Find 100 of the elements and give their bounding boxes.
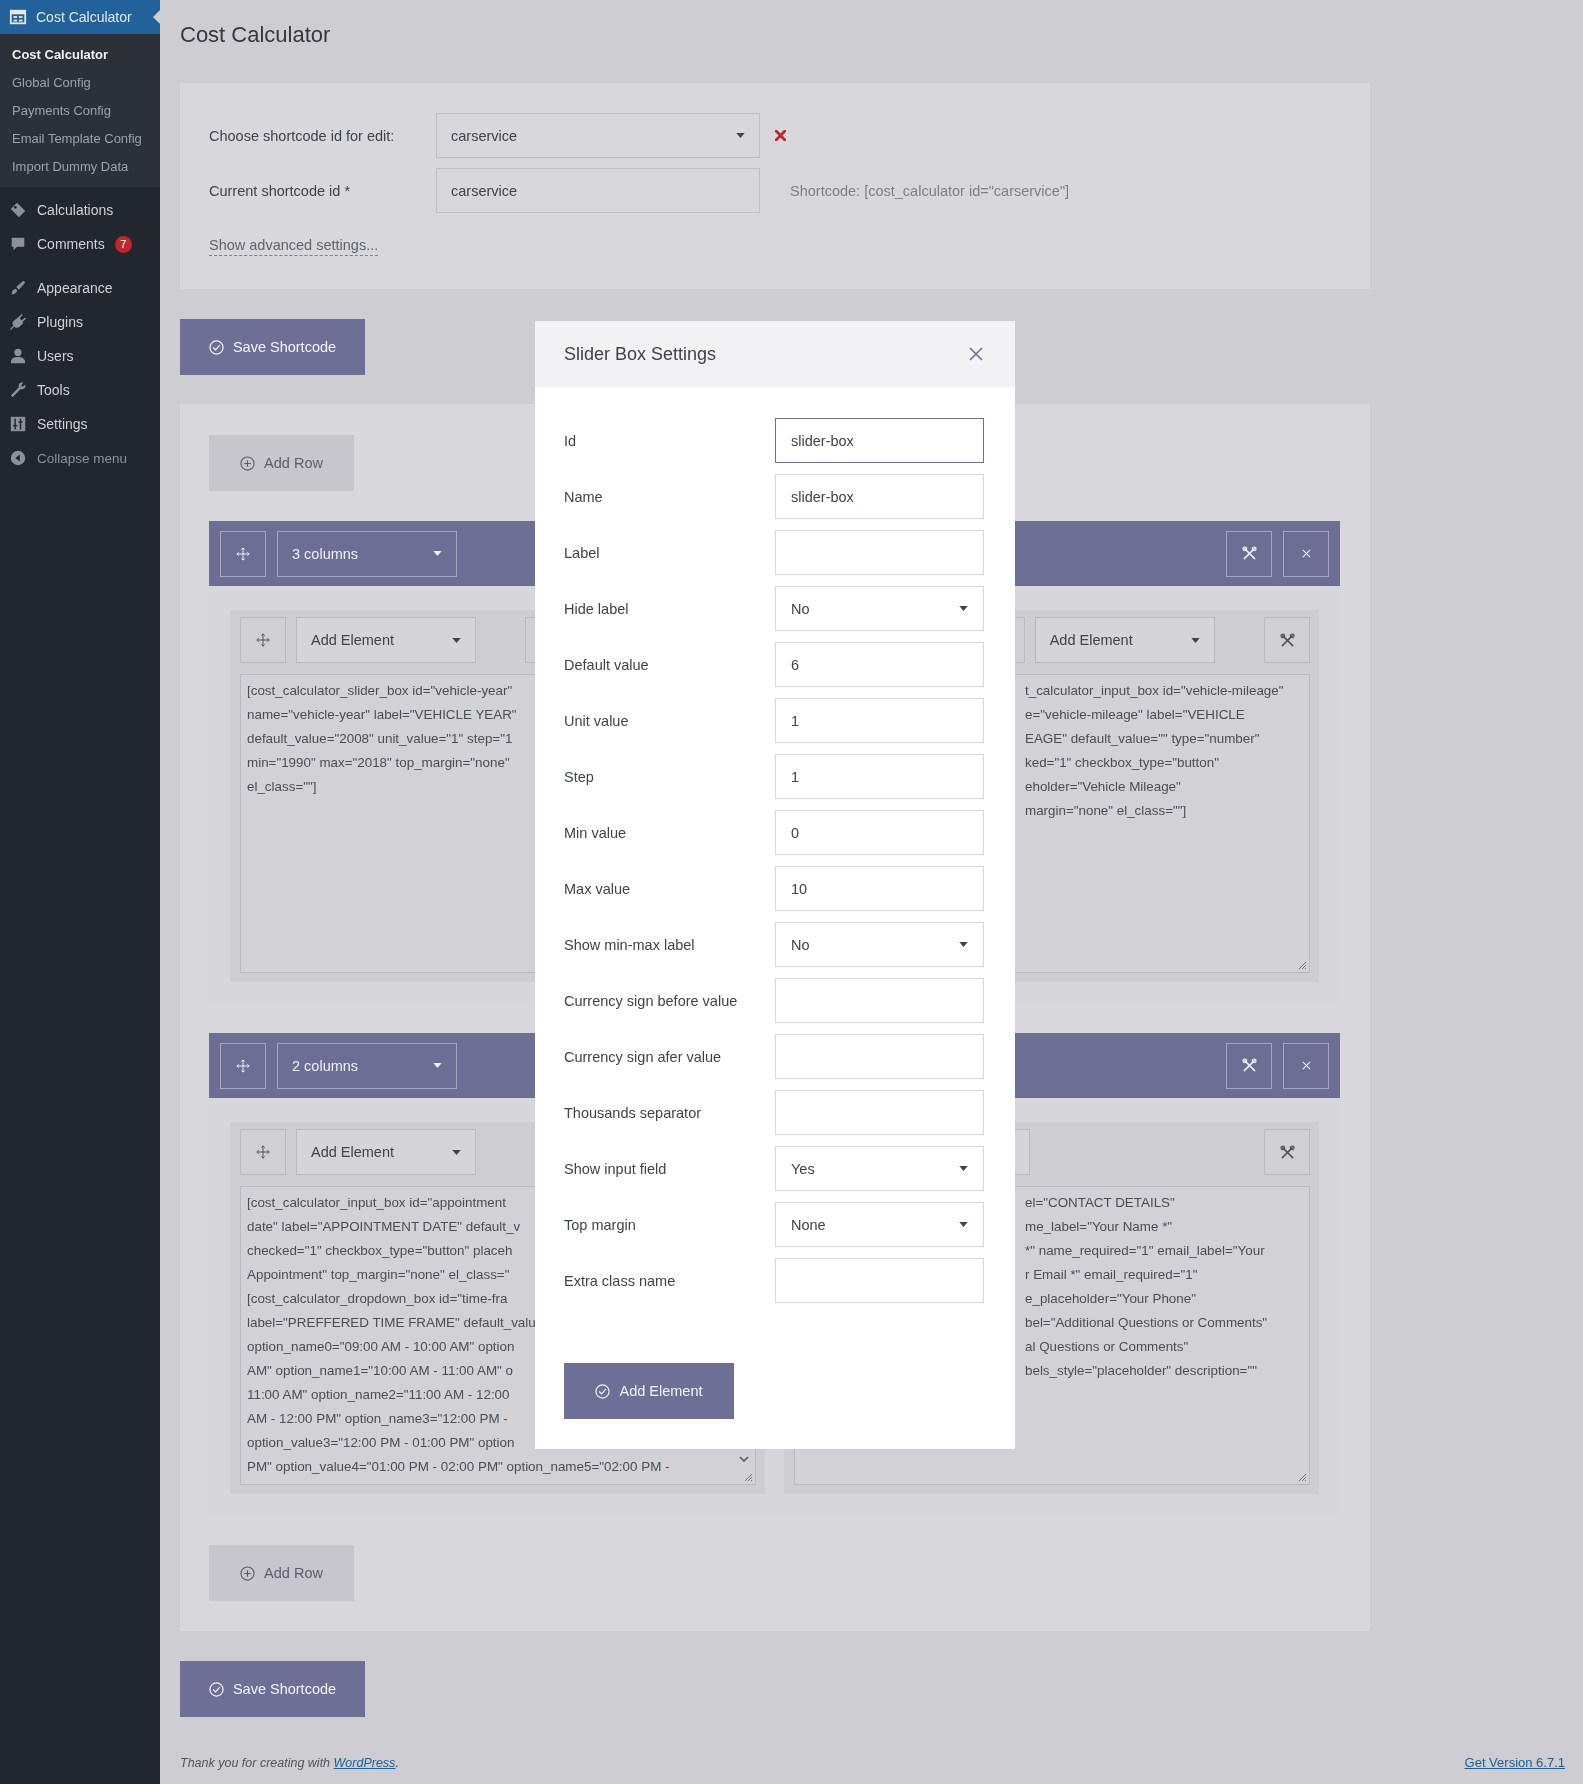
shortcode-line: default_value="2008" unit_value="1" step="1 — [247, 730, 513, 748]
field-label: Id — [564, 432, 577, 449]
caret-icon — [959, 606, 968, 611]
field-label: Choose shortcode id for edit: — [209, 127, 396, 144]
input-field[interactable]: 1 — [775, 754, 984, 799]
select-field[interactable]: No — [775, 922, 984, 967]
menu-item[interactable]: Comments 7 — [0, 227, 160, 261]
tools-button[interactable] — [1264, 1129, 1310, 1175]
shortcode-line: option_name0="09:00 AM - 10:00 AM" option — [247, 1338, 515, 1356]
menu-item[interactable]: Users — [0, 339, 160, 373]
submenu-item[interactable]: Cost Calculator — [0, 41, 160, 69]
tools-button[interactable] — [1226, 1042, 1272, 1089]
resize-handle-icon[interactable] — [1297, 960, 1307, 970]
tools-button[interactable] — [1264, 617, 1310, 663]
cross-icon[interactable] — [775, 130, 786, 141]
user-icon — [9, 347, 27, 365]
menu-item[interactable]: Tools — [0, 373, 160, 407]
page-title: Cost Calculator — [180, 21, 332, 49]
tools-icon — [1241, 1058, 1257, 1073]
submenu-item[interactable]: Payments Config — [0, 97, 160, 125]
select-field[interactable]: Yes — [775, 1146, 984, 1191]
input-field[interactable] — [775, 530, 984, 575]
shortcode-line: 11:00 AM" option_name2="11:00 AM - 12:00 — [247, 1386, 510, 1404]
shortcode-line: date" label="APPOINTMENT DATE" default_v — [247, 1218, 521, 1236]
columns-dropdown[interactable]: 2 columns — [277, 1042, 457, 1089]
submenu-item[interactable]: Global Config — [0, 69, 160, 97]
tools-button[interactable] — [1226, 530, 1272, 577]
columns-dropdown[interactable]: 3 columns — [277, 530, 457, 577]
input-field[interactable] — [775, 1090, 984, 1135]
caret-icon — [959, 1222, 968, 1227]
menu-item[interactable]: Appearance — [0, 271, 160, 305]
input-field[interactable] — [775, 1258, 984, 1303]
move-icon — [236, 546, 250, 561]
select-field[interactable]: None — [775, 1202, 984, 1247]
element-dropdown[interactable]: Add Element — [1034, 617, 1215, 663]
caret-icon — [433, 551, 442, 556]
check-circle-icon — [208, 1681, 224, 1697]
shortcode-line: label="PREFFERED TIME FRAME" default_valu — [247, 1314, 536, 1332]
input-field[interactable]: 6 — [775, 642, 984, 687]
element-dropdown[interactable]: Add Element — [296, 1129, 476, 1175]
shortcode-field[interactable]: carservice — [436, 168, 760, 213]
move-button[interactable] — [220, 1042, 266, 1089]
version-link[interactable]: Get Version 6.7.1 — [1464, 1755, 1565, 1770]
tools-icon — [1241, 546, 1257, 561]
count-badge: 7 — [114, 235, 132, 253]
check-circle-icon — [595, 1383, 611, 1399]
input-field[interactable]: 1 — [775, 698, 984, 743]
wrench-icon — [9, 381, 27, 399]
input-field[interactable] — [775, 1034, 984, 1079]
check-circle-icon — [208, 339, 224, 355]
input-field[interactable]: slider-box — [775, 418, 984, 463]
menu-item[interactable]: Collapse menu — [0, 441, 160, 475]
add-row-button[interactable]: Add Row — [209, 435, 354, 491]
resize-handle-icon[interactable] — [1297, 1472, 1307, 1482]
shortcode-line: t_calculator_input_box id="vehicle-mileage" — [1025, 682, 1284, 700]
move-icon — [256, 633, 270, 647]
element-dropdown[interactable]: Add Element — [296, 617, 476, 663]
shortcode-line: PM" option_value4="01:00 PM - 02:00 PM" option_name5="02:00 PM - — [247, 1458, 670, 1476]
menu-item[interactable]: Calculations — [0, 193, 160, 227]
field-label: Name — [564, 488, 603, 505]
table-icon — [9, 8, 27, 26]
field-label: Thousands separator — [564, 1104, 702, 1121]
caret-icon — [959, 1166, 968, 1171]
delete-row-button[interactable] — [1283, 1042, 1329, 1089]
brush-icon — [9, 279, 27, 297]
submenu-item[interactable]: Email Template Config — [0, 125, 160, 153]
close-icon[interactable] — [968, 346, 984, 362]
dialog-title: Slider Box Settings — [564, 343, 717, 365]
add-row-button[interactable]: Add Row — [209, 1545, 354, 1601]
delete-row-button[interactable] — [1283, 530, 1329, 577]
menu-item[interactable]: Plugins — [0, 305, 160, 339]
add-element-button[interactable]: Add Element — [564, 1363, 734, 1419]
advanced-settings-link[interactable]: Show advanced settings... — [209, 237, 379, 256]
shortcode-dropdown[interactable]: carservice — [436, 113, 760, 158]
input-field[interactable]: 10 — [775, 866, 984, 911]
menu-item[interactable]: Cost Calculator — [0, 0, 160, 34]
submenu-item[interactable]: Import Dummy Data — [0, 153, 160, 181]
save-button[interactable]: Save Shortcode — [180, 1661, 365, 1717]
shortcode-line: e="vehicle-mileage" label="VEHICLE — [1025, 706, 1245, 724]
move-button[interactable] — [240, 1129, 286, 1175]
input-field[interactable]: slider-box — [775, 474, 984, 519]
close-icon — [1301, 549, 1311, 558]
shortcode-line: el="CONTACT DETAILS" — [1025, 1194, 1175, 1212]
move-icon — [236, 1058, 250, 1073]
shortcode-line: al Questions or Comments" — [1025, 1338, 1189, 1356]
shortcode-line: option_value3="12:00 PM - 01:00 PM" option — [247, 1434, 515, 1452]
save-button[interactable]: Save Shortcode — [180, 319, 365, 375]
resize-handle-icon[interactable] — [743, 1472, 753, 1482]
field-label: Show input field — [564, 1160, 667, 1177]
shortcode-line: AM - 12:00 PM" option_name3="12:00 PM - — [247, 1410, 508, 1428]
input-field[interactable]: 0 — [775, 810, 984, 855]
shortcode-line: checked="1" checkbox_type="button" placeh — [247, 1242, 513, 1260]
input-field[interactable] — [775, 978, 984, 1023]
chevron-down-icon[interactable] — [739, 1456, 749, 1462]
shortcode-line: *" name_required="1" email_label="Your — [1025, 1242, 1265, 1260]
shortcode-line: eholder="Vehicle Mileage" — [1025, 778, 1181, 796]
menu-item[interactable]: Settings — [0, 407, 160, 441]
select-field[interactable]: No — [775, 586, 984, 631]
move-button[interactable] — [240, 617, 286, 663]
move-button[interactable] — [220, 530, 266, 577]
